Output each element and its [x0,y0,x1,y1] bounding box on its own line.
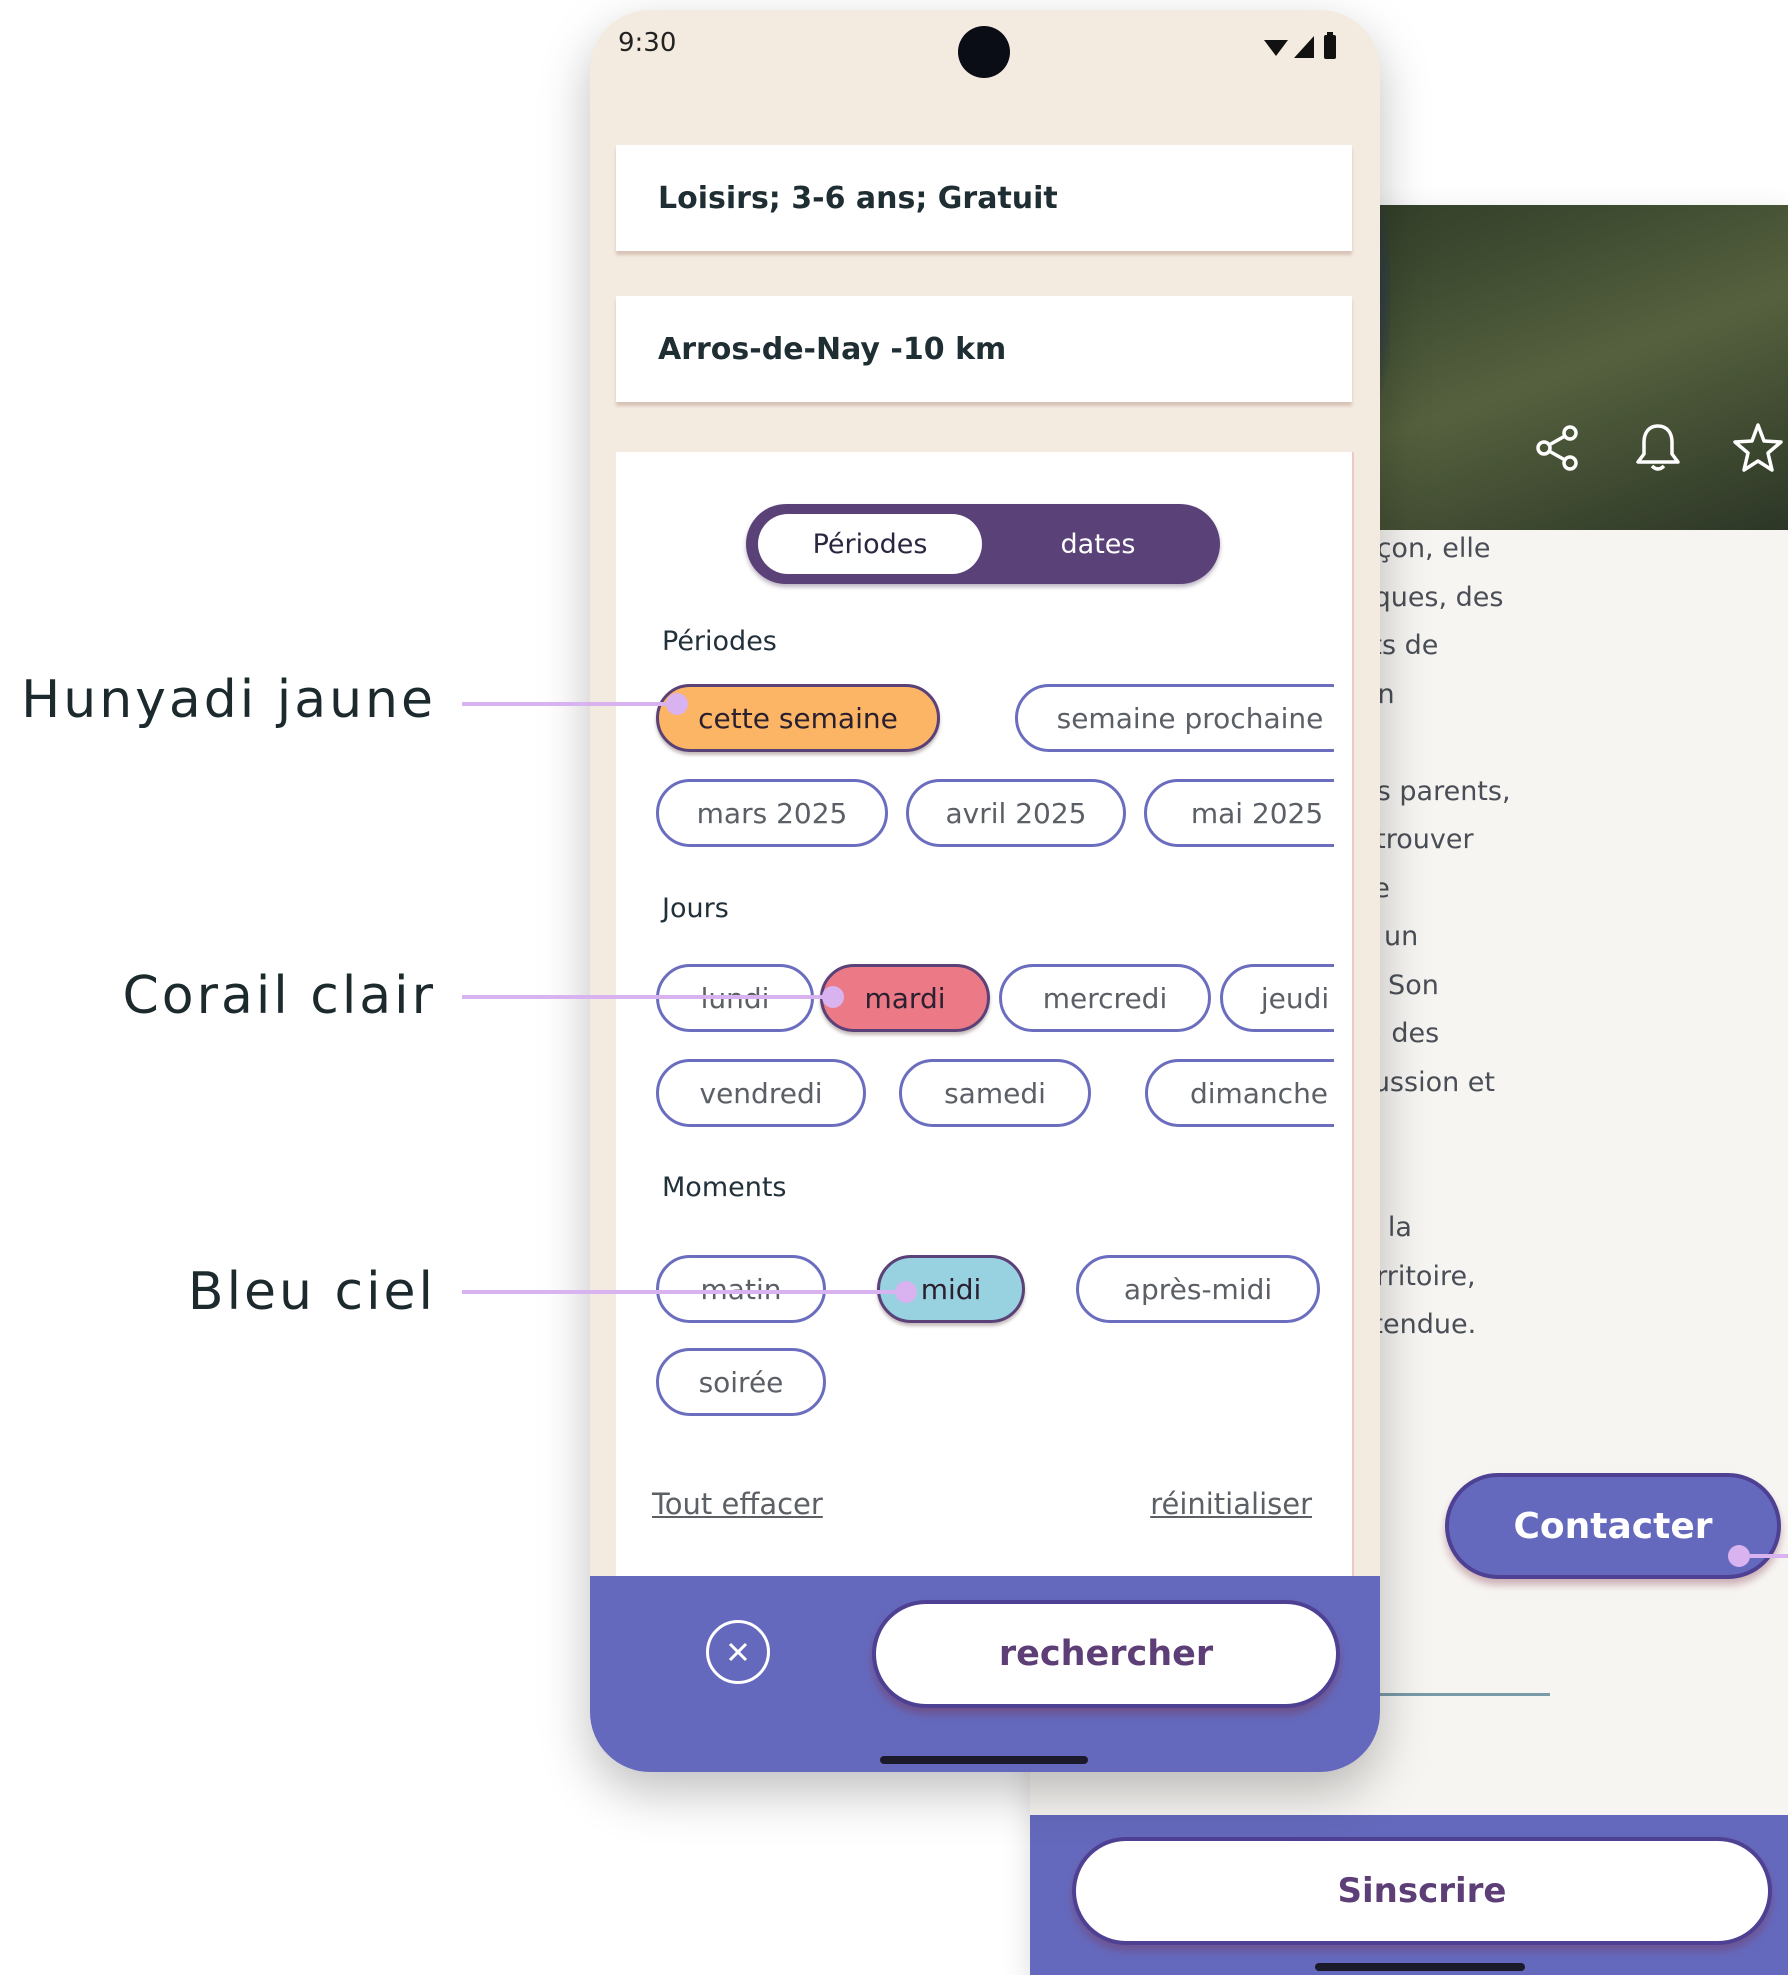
register-button[interactable]: Sinscrire [1072,1837,1772,1945]
contact-annotation-line [1740,1554,1788,1558]
chip-area: cette semaine semaine prochaine mars 202… [616,452,1334,1592]
home-indicator [880,1756,1088,1764]
filter-screen-phone: 9:30 Loisirs; 3-6 ans; Gratuit Arros-de-… [590,10,1380,1772]
chip-vendredi[interactable]: vendredi [656,1059,866,1127]
front-camera [958,26,1010,78]
annotation-blue-dot [895,1281,917,1303]
chip-dimanche[interactable]: dimanche [1145,1059,1334,1127]
chip-mars-2025[interactable]: mars 2025 [656,779,888,847]
annotation-yellow-line [462,702,684,706]
close-circle-icon[interactable] [706,1620,770,1684]
bell-icon[interactable] [1630,420,1686,476]
status-icons [1264,32,1336,59]
search-criteria-field[interactable]: Loisirs; 3-6 ans; Gratuit [616,145,1352,251]
annotation-blue: Bleu ciel [187,1262,436,1322]
search-bottom-bar: rechercher [590,1576,1380,1772]
wifi-icon [1264,40,1288,56]
search-location-field[interactable]: Arros-de-Nay -10 km [616,296,1352,402]
chip-semaine-prochaine[interactable]: semaine prochaine [1015,684,1334,752]
chip-jeudi[interactable]: jeudi [1220,964,1334,1032]
annotation-coral: Corail clair [122,966,436,1026]
annotation-coral-line [462,995,832,999]
chip-mercredi[interactable]: mercredi [999,964,1211,1032]
status-time: 9:30 [618,28,677,58]
annotation-coral-dot [822,986,844,1008]
annotation-yellow-dot [666,693,688,715]
chip-matin[interactable]: matin [656,1255,826,1323]
chip-apres-midi[interactable]: après-midi [1076,1255,1320,1323]
chip-avril-2025[interactable]: avril 2025 [906,779,1126,847]
reset-link[interactable]: réinitialiser [1150,1487,1312,1521]
share-icon[interactable] [1530,420,1586,476]
chip-cette-semaine[interactable]: cette semaine [656,684,940,752]
battery-icon [1324,32,1336,59]
clear-all-link[interactable]: Tout effacer [652,1487,823,1521]
annotation-yellow: Hunyadi jaune [21,670,436,730]
chip-mardi[interactable]: mardi [820,964,990,1032]
chip-mai-2025[interactable]: mai 2025 [1144,779,1334,847]
search-button[interactable]: rechercher [872,1600,1340,1708]
chip-soiree[interactable]: soirée [656,1348,826,1416]
annotation-blue-line [462,1290,908,1294]
filter-panel: Périodes dates Périodes Jours Moments ce… [616,452,1352,1592]
signal-icon [1294,36,1314,58]
star-icon[interactable] [1730,420,1786,476]
chip-samedi[interactable]: samedi [899,1059,1091,1127]
